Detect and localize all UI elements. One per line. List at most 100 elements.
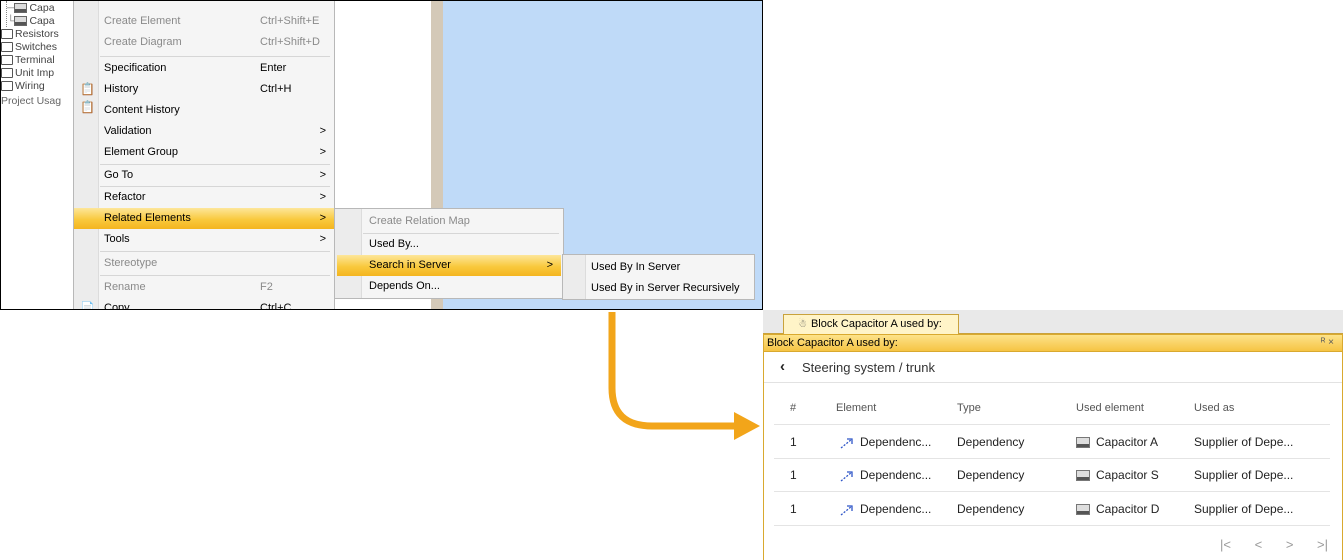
panel-title-bar: Block Capacitor A used by: ᴿ × [763, 334, 1343, 352]
search-in-server-submenu: Used By In Server Used By in Server Recu… [562, 254, 755, 300]
related-elements-submenu: Create Relation Map Used By... Search in… [334, 208, 564, 299]
folder-icon [1, 68, 13, 79]
menu-item-content-history[interactable]: 📋 Content History [74, 100, 334, 121]
menu-item-label: Create Element [104, 15, 181, 27]
ide-screenshot: ─ Capa └ Capa Resistors Switches Terminal … [0, 0, 763, 310]
menu-separator [100, 251, 330, 252]
dependency-icon [840, 505, 853, 516]
flow-arrow-icon [608, 312, 760, 440]
table-row[interactable]: 1 Dependenc... Dependency Capacitor S Su… [774, 458, 1330, 492]
menu-item-shortcut: Enter [260, 62, 287, 74]
column-header-number[interactable]: # [790, 402, 796, 414]
column-header-used-element[interactable]: Used element [1076, 402, 1144, 414]
menu-item-shortcut: Ctrl+H [260, 83, 292, 95]
tree-item[interactable]: Wiring [1, 80, 45, 93]
submenu-arrow-icon: > [319, 146, 326, 158]
table-row[interactable]: 1 Dependenc... Dependency Capacitor A Su… [774, 424, 1330, 459]
menu-item-specification[interactable]: Specification Enter [74, 58, 334, 79]
menu-item-used-by-in-server[interactable]: Used By In Server [563, 257, 754, 278]
table-row[interactable]: 1 Dependenc... Dependency Capacitor D Su… [774, 492, 1330, 526]
panel-body: ‹ Steering system / trunk # Element Type… [763, 352, 1343, 560]
menu-item-label: Used By in Server Recursively [591, 282, 740, 294]
row-element-label: Dependenc... [860, 502, 932, 516]
block-icon [1076, 437, 1090, 449]
submenu-arrow-icon: > [546, 259, 553, 271]
row-element: Dependenc... [840, 468, 931, 482]
menu-separator [100, 56, 330, 57]
menu-item-shortcut: F2 [260, 281, 273, 293]
menu-item-tools[interactable]: Tools > [74, 229, 334, 250]
row-element: Dependenc... [840, 435, 931, 449]
menu-item-label: Rename [104, 281, 146, 293]
row-type: Dependency [957, 502, 1025, 516]
tree-item[interactable]: Unit Imp [1, 67, 54, 80]
menu-item-label: Go To [104, 169, 134, 181]
menu-item-label: History [104, 83, 139, 95]
window-controls[interactable]: ᴿ × [1321, 335, 1334, 351]
column-header-used-as[interactable]: Used as [1194, 402, 1234, 414]
tree-item[interactable]: Terminal [1, 54, 55, 67]
submenu-arrow-icon: > [319, 125, 326, 137]
menu-item-stereotype[interactable]: Stereotype [74, 253, 334, 274]
menu-item-history[interactable]: 📋 History Ctrl+H [74, 79, 334, 100]
menu-item-go-to[interactable]: Go To > [74, 165, 334, 186]
last-page-button[interactable]: >| [1317, 537, 1328, 552]
menu-item-label: Specification [104, 62, 167, 74]
row-number: 1 [790, 435, 797, 449]
previous-page-button[interactable]: < [1255, 537, 1263, 552]
menu-item-copy[interactable]: 📄 Copy Ctrl+C [74, 298, 334, 309]
tree-item-label: Terminal [15, 54, 55, 66]
menu-item-label: Refactor [104, 191, 146, 203]
containment-tree: ─ Capa └ Capa Resistors Switches Terminal … [1, 1, 73, 309]
menu-item-used-by-in-server-recursively[interactable]: Used By in Server Recursively [563, 278, 754, 299]
menu-item-create-relation-map[interactable]: Create Relation Map [335, 211, 563, 232]
tree-item-label: Wiring [15, 80, 45, 92]
row-element-label: Dependenc... [860, 468, 932, 482]
content-history-icon: 📋 [80, 100, 95, 114]
context-menu: Create Element Ctrl+Shift+E Create Diagr… [73, 1, 335, 309]
menu-item-validation[interactable]: Validation > [74, 121, 334, 142]
dependency-icon [840, 438, 853, 449]
tree-item[interactable]: Resistors [1, 28, 59, 41]
folder-icon [1, 29, 13, 40]
menu-item-used-by[interactable]: Used By... [335, 234, 563, 255]
tree-item-label: Unit Imp [15, 67, 55, 79]
tree-item[interactable]: └ Capa [7, 15, 55, 28]
folder-icon [1, 55, 13, 66]
menu-item-label: Related Elements [104, 212, 191, 224]
tab-block-capacitor-used-by[interactable]: ☃ Block Capacitor A used by: [783, 314, 959, 334]
back-icon[interactable]: ‹ [780, 358, 785, 375]
column-header-type[interactable]: Type [957, 402, 981, 414]
tree-item-label: Capa [29, 15, 55, 27]
menu-item-refactor[interactable]: Refactor > [74, 187, 334, 208]
tree-item-label: Switches [15, 41, 58, 53]
menu-item-label: Create Diagram [104, 36, 182, 48]
menu-item-create-element[interactable]: Create Element Ctrl+Shift+E [74, 11, 334, 32]
block-icon [14, 16, 28, 27]
menu-item-label: Validation [104, 125, 152, 137]
menu-item-related-elements[interactable]: Related Elements > [74, 208, 334, 229]
menu-item-depends-on[interactable]: Depends On... [335, 276, 563, 297]
menu-item-label: Content History [104, 104, 180, 116]
tree-item-label: Capa [29, 2, 55, 14]
tab-label: Block Capacitor A used by: [810, 318, 942, 330]
menu-item-rename[interactable]: Rename F2 [74, 277, 334, 298]
row-used-as: Supplier of Depe... [1194, 502, 1294, 516]
arrow-head [734, 412, 760, 440]
tree-item[interactable]: Project Usag [1, 95, 61, 108]
breadcrumb: ‹ Steering system / trunk [764, 352, 1342, 383]
menu-item-search-in-server[interactable]: Search in Server > [337, 255, 561, 276]
row-type: Dependency [957, 468, 1025, 482]
next-page-button[interactable]: > [1286, 537, 1294, 552]
tree-item[interactable]: ─ Capa [7, 2, 55, 15]
first-page-button[interactable]: |< [1220, 537, 1231, 552]
column-header-element[interactable]: Element [836, 402, 876, 414]
menu-item-element-group[interactable]: Element Group > [74, 142, 334, 163]
row-used-element-label: Capacitor D [1096, 502, 1160, 516]
history-icon: 📋 [80, 82, 95, 96]
row-used-element: Capacitor S [1076, 468, 1159, 482]
row-used-element-label: Capacitor A [1096, 435, 1159, 449]
menu-item-create-diagram[interactable]: Create Diagram Ctrl+Shift+D [74, 32, 334, 53]
breadcrumb-text: Steering system / trunk [802, 360, 935, 375]
tree-item[interactable]: Switches [1, 41, 57, 54]
